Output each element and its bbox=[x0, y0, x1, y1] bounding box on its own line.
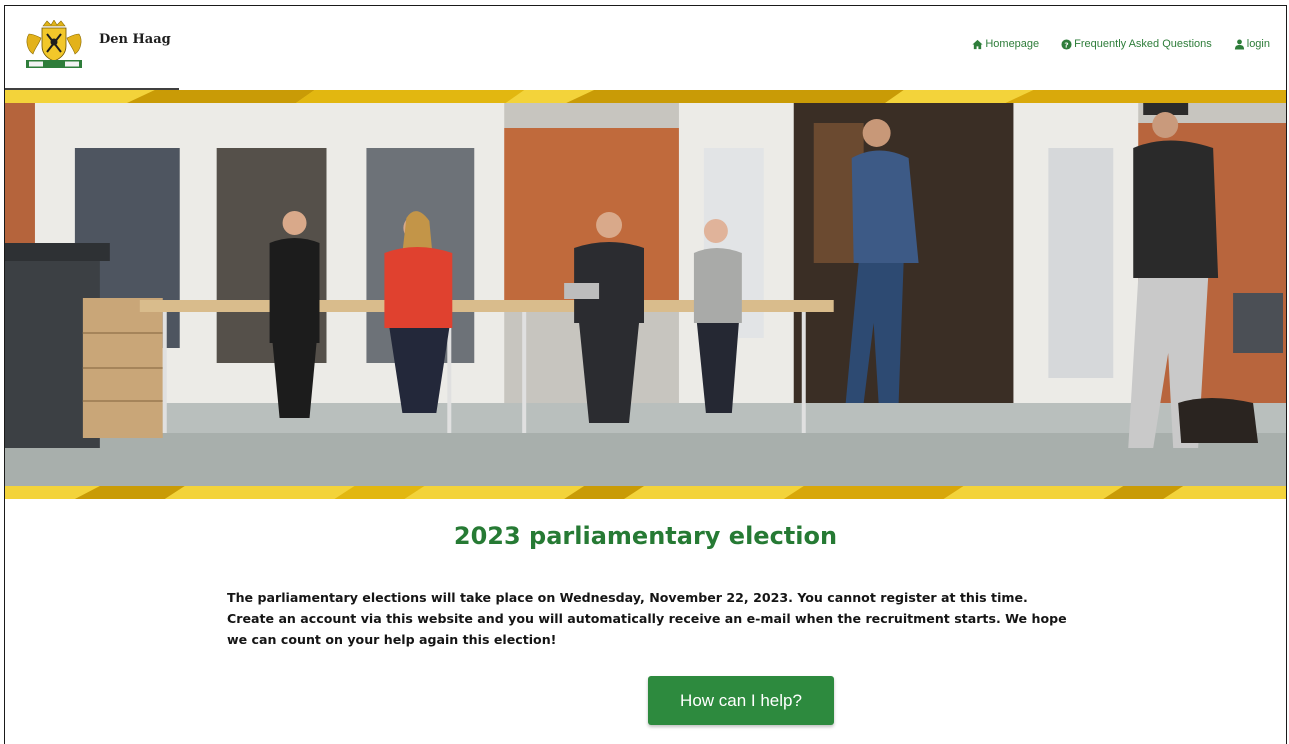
nav-login-label: login bbox=[1246, 38, 1270, 50]
page-title: 2023 parliamentary election bbox=[453, 522, 838, 550]
nav-homepage-label: Homepage bbox=[985, 38, 1040, 50]
page-frame: Den Haag Homepage ? Frequently Asked Que… bbox=[4, 5, 1287, 744]
nav-faq-link[interactable]: ? Frequently Asked Questions bbox=[1061, 38, 1212, 50]
question-circle-icon: ? bbox=[1061, 38, 1072, 50]
brand-name[interactable]: Den Haag bbox=[99, 32, 171, 47]
den-haag-coat-of-arms-logo[interactable] bbox=[23, 20, 85, 70]
intro-paragraph: The parliamentary elections will take pl… bbox=[227, 590, 1067, 647]
nav-homepage-link[interactable]: Homepage bbox=[972, 38, 1039, 50]
how-can-i-help-button[interactable]: How can I help? bbox=[648, 676, 834, 725]
home-icon bbox=[972, 39, 983, 49]
top-nav: Homepage ? Frequently Asked Questions lo… bbox=[972, 38, 1270, 50]
nav-login-link[interactable]: login bbox=[1234, 38, 1270, 50]
user-icon bbox=[1234, 39, 1244, 50]
decorative-stripe-top bbox=[5, 90, 1286, 104]
site-header: Den Haag Homepage ? Frequently Asked Que… bbox=[5, 6, 1286, 92]
svg-text:?: ? bbox=[1065, 40, 1069, 49]
hero-polling-station-photo bbox=[5, 103, 1286, 488]
decorative-stripe-bottom bbox=[5, 486, 1286, 499]
nav-faq-label: Frequently Asked Questions bbox=[1074, 38, 1212, 50]
